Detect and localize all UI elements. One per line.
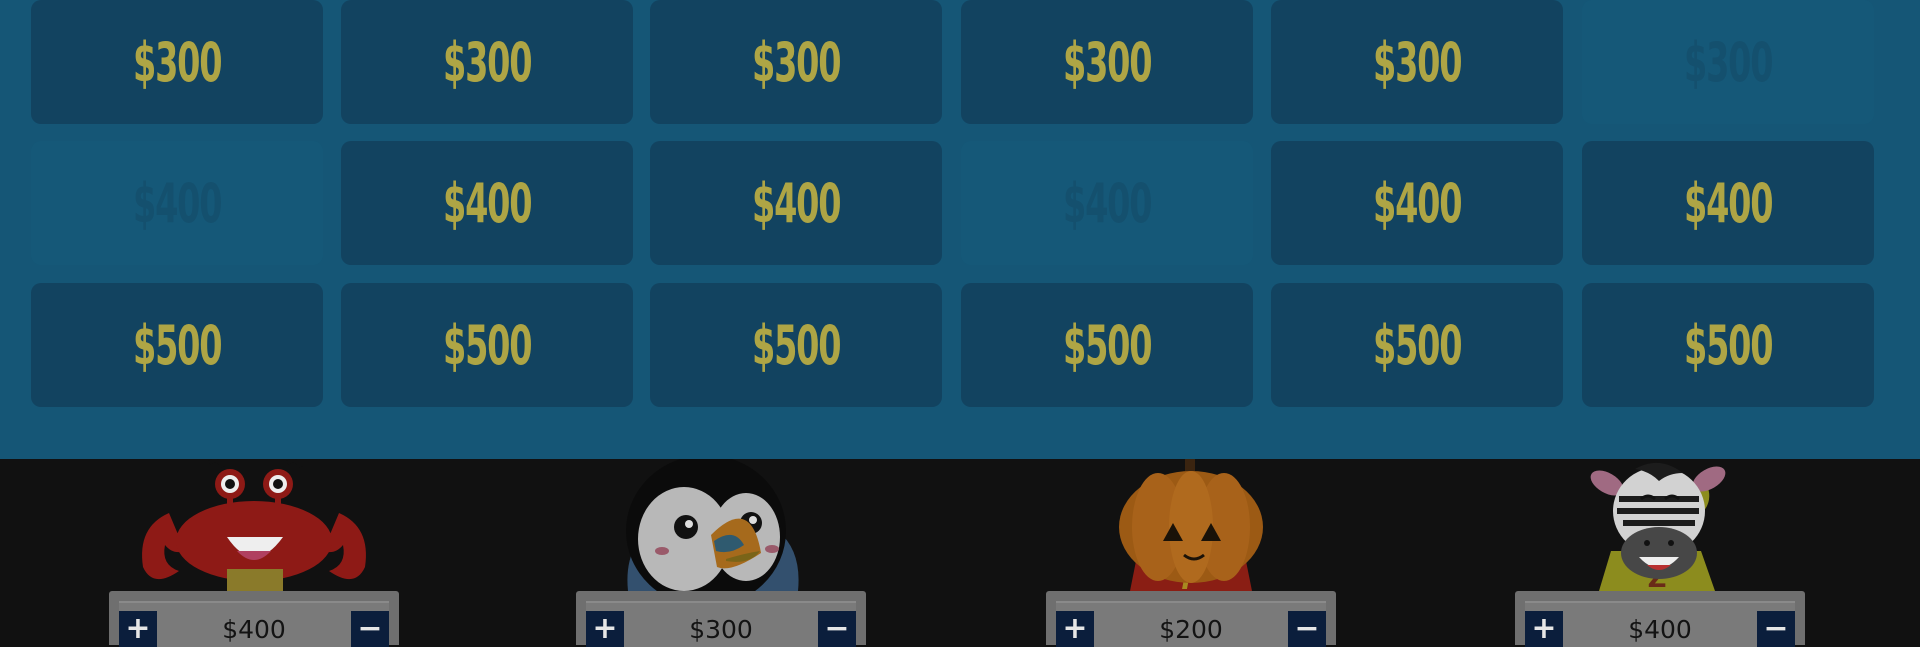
- tile-r2-c4[interactable]: $500: [1271, 283, 1563, 407]
- tile-r1-c2[interactable]: $400: [650, 141, 942, 265]
- tile-value: $500: [442, 313, 532, 377]
- tile-r0-c0[interactable]: $300: [31, 0, 323, 124]
- player-score: $200: [1159, 615, 1223, 644]
- player-stage: + $400 − + $300 − + $200 − + $400 −: [0, 459, 1920, 647]
- pumpkin-avatar: P: [1046, 459, 1336, 591]
- tile-value: $400: [1683, 171, 1773, 235]
- subtract-points-button[interactable]: −: [1288, 611, 1326, 647]
- subtract-points-button[interactable]: −: [818, 611, 856, 647]
- puffin-avatar: [576, 459, 866, 591]
- tile-value: $500: [1683, 313, 1773, 377]
- add-points-button[interactable]: +: [119, 611, 157, 647]
- player-score: $400: [1628, 615, 1692, 644]
- score-panel: + $300 −: [576, 591, 866, 647]
- player-4: Z + $400 −: [1515, 459, 1805, 647]
- add-points-button[interactable]: +: [1525, 611, 1563, 647]
- tile-r0-c2[interactable]: $300: [650, 0, 942, 124]
- score-box: + $300 −: [586, 601, 856, 647]
- tile-value: $300: [1683, 30, 1773, 94]
- tile-value: $400: [1062, 171, 1152, 235]
- score-panel: + $400 −: [1515, 591, 1805, 647]
- tile-value: $500: [1062, 313, 1152, 377]
- zebra-avatar: Z: [1515, 459, 1805, 591]
- tile-r1-c5[interactable]: $400: [1582, 141, 1874, 265]
- tile-value: $300: [442, 30, 532, 94]
- tile-r2-c3[interactable]: $500: [961, 283, 1253, 407]
- game-board: $300 $300 $300 $300 $300 $300 $400 $400 …: [0, 0, 1920, 459]
- score-box: + $200 −: [1056, 601, 1326, 647]
- tile-value: $500: [132, 313, 222, 377]
- tile-value: $300: [1372, 30, 1462, 94]
- tile-value: $400: [442, 171, 532, 235]
- player-3: P + $200 −: [1046, 459, 1336, 647]
- add-points-button[interactable]: +: [1056, 611, 1094, 647]
- tile-value: $400: [1372, 171, 1462, 235]
- score-box: + $400 −: [1525, 601, 1795, 647]
- tile-value: $300: [1062, 30, 1152, 94]
- tile-value: $300: [751, 30, 841, 94]
- tile-r1-c3: $400: [961, 141, 1253, 265]
- tile-r2-c1[interactable]: $500: [341, 283, 633, 407]
- tile-value: $400: [132, 171, 222, 235]
- tile-r0-c4[interactable]: $300: [1271, 0, 1563, 124]
- tile-r1-c4[interactable]: $400: [1271, 141, 1563, 265]
- player-1: + $400 −: [109, 459, 399, 647]
- tile-value: $300: [132, 30, 222, 94]
- tile-r1-c0: $400: [31, 141, 323, 265]
- score-panel: + $400 −: [109, 591, 399, 647]
- tile-value: $500: [1372, 313, 1462, 377]
- score-box: + $400 −: [119, 601, 389, 647]
- tile-r0-c3[interactable]: $300: [961, 0, 1253, 124]
- subtract-points-button[interactable]: −: [1757, 611, 1795, 647]
- subtract-points-button[interactable]: −: [351, 611, 389, 647]
- crab-avatar: [109, 459, 399, 591]
- score-panel: + $200 −: [1046, 591, 1336, 647]
- add-points-button[interactable]: +: [586, 611, 624, 647]
- tile-r1-c1[interactable]: $400: [341, 141, 633, 265]
- tile-r0-c1[interactable]: $300: [341, 0, 633, 124]
- tile-r2-c5[interactable]: $500: [1582, 283, 1874, 407]
- tile-value: $500: [751, 313, 841, 377]
- tile-r2-c0[interactable]: $500: [31, 283, 323, 407]
- player-score: $400: [222, 615, 286, 644]
- tile-value: $400: [751, 171, 841, 235]
- player-2: + $300 −: [576, 459, 866, 647]
- player-score: $300: [689, 615, 753, 644]
- tile-r2-c2[interactable]: $500: [650, 283, 942, 407]
- tile-r0-c5: $300: [1582, 0, 1874, 124]
